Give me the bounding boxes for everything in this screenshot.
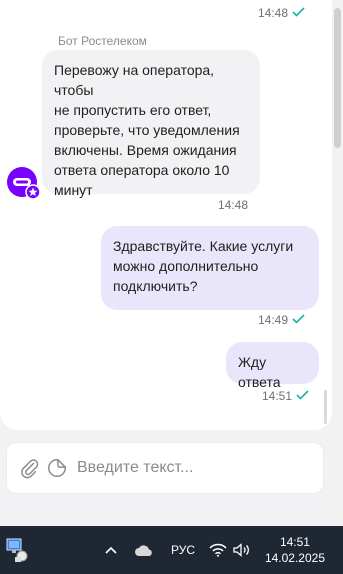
system-clock[interactable]: 14:51 14.02.2025 xyxy=(265,534,325,566)
message-time: 14:48 xyxy=(258,6,289,20)
sticker-icon[interactable] xyxy=(45,456,69,480)
outgoing-message: Жду ответа xyxy=(226,342,319,390)
chevron-up-icon[interactable] xyxy=(103,540,119,560)
paperclip-icon[interactable] xyxy=(17,456,41,480)
wifi-icon[interactable] xyxy=(208,540,228,560)
bot-avatar-icon xyxy=(5,166,41,200)
clock-time: 14:51 xyxy=(279,535,310,549)
message-composer xyxy=(6,442,324,494)
speaker-icon[interactable] xyxy=(232,540,252,560)
message-meta: 14:49 xyxy=(258,313,306,327)
language-indicator[interactable]: РУС xyxy=(170,542,196,558)
message-time: 14:49 xyxy=(258,313,289,327)
message-meta: 14:48 xyxy=(218,198,248,212)
message-time: 14:51 xyxy=(262,389,293,403)
incoming-message: Перевожу на оператора, чтобы не пропусти… xyxy=(42,50,260,198)
scrollbar-thumb[interactable] xyxy=(334,8,341,148)
message-meta: 14:51 xyxy=(262,389,310,403)
double-check-icon xyxy=(296,389,310,403)
cloud-icon[interactable] xyxy=(133,540,155,560)
chat-panel: 14:48 Бот Ростелеком Перевожу на операто… xyxy=(0,0,343,526)
message-input[interactable] xyxy=(75,458,309,478)
sender-name: Бот Ростелеком xyxy=(58,34,147,48)
message-meta: 14:48 xyxy=(258,6,306,20)
message-time: 14:48 xyxy=(218,198,249,212)
scrollbar[interactable] xyxy=(332,0,343,526)
taskbar: РУС 14:51 14.02.2025 xyxy=(0,526,343,574)
network-app-icon[interactable] xyxy=(4,536,30,564)
outgoing-message: Здравствуйте. Какие услуги можно дополни… xyxy=(101,226,319,310)
double-check-icon xyxy=(292,6,306,20)
clock-date: 14.02.2025 xyxy=(264,551,325,565)
double-check-icon xyxy=(292,313,306,327)
scroll-indicator xyxy=(324,390,327,424)
